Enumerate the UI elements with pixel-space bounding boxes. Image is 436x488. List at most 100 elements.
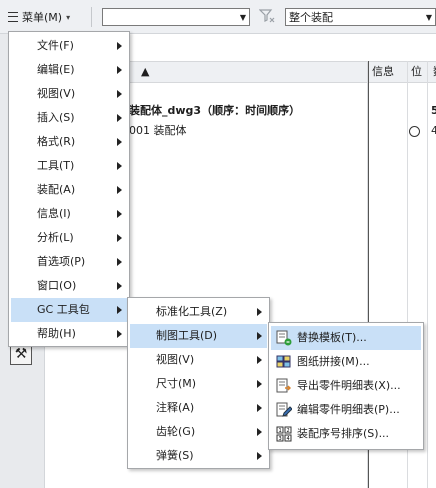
node-name: 001 装配体 xyxy=(129,124,187,137)
menu-item-label: GC 工具包 xyxy=(37,303,90,316)
menu-item-label: 分析(L) xyxy=(37,231,74,244)
menu-item-gear[interactable]: 齿轮(G) xyxy=(130,420,267,444)
menu-item-preferences[interactable]: 首选项(P) xyxy=(11,250,127,274)
position-radio-icon[interactable] xyxy=(409,126,420,137)
menu-item-tools[interactable]: 工具(T) xyxy=(11,154,127,178)
menu-item-file[interactable]: 文件(F) xyxy=(11,34,127,58)
submenu-arrow-icon xyxy=(117,234,122,242)
sheet-stitch-icon xyxy=(276,354,292,370)
menu-item-label: 替换模板(T)... xyxy=(297,331,367,344)
submenu-arrow-icon xyxy=(117,210,122,218)
submenu-arrow-icon xyxy=(117,90,122,98)
submenu-arrow-icon xyxy=(117,186,122,194)
svg-text:2: 2 xyxy=(287,428,290,434)
chevron-down-icon: ▾ xyxy=(66,12,71,22)
menu-item-label: 首选项(P) xyxy=(37,255,86,268)
menu-item-analysis[interactable]: 分析(L) xyxy=(11,226,127,250)
filter-icon[interactable] xyxy=(257,8,277,26)
hamburger-icon xyxy=(8,12,18,22)
chevron-down-icon: ▼ xyxy=(239,12,247,22)
svg-text:4: 4 xyxy=(287,436,290,442)
submenu-arrow-icon xyxy=(257,452,262,460)
gc-toolkit-submenu: 标准化工具(Z) 制图工具(D) 视图(V) 尺寸(M) 注释(A) 齿轮(G)… xyxy=(127,297,270,469)
toolbar-separator xyxy=(91,7,92,27)
menu-item-export-parts-list[interactable]: 导出零件明细表(X)... xyxy=(271,374,421,398)
menu-item-window[interactable]: 窗口(O) xyxy=(11,274,127,298)
menu-item-label: 视图(V) xyxy=(156,353,195,366)
selection-filter-combo[interactable]: ▼ xyxy=(102,8,250,26)
menu-item-help[interactable]: 帮助(H) xyxy=(11,322,127,346)
menu-item-assembly[interactable]: 装配(A) xyxy=(11,178,127,202)
menu-item-view[interactable]: 视图(V) xyxy=(130,348,267,372)
menu-item-label: 弹簧(S) xyxy=(156,449,194,462)
menu-item-label: 信息(I) xyxy=(37,207,71,220)
submenu-arrow-icon xyxy=(257,428,262,436)
sort-balloons-icon: 1234 xyxy=(276,426,292,442)
menu-item-label: 编辑(E) xyxy=(37,63,75,76)
submenu-arrow-icon xyxy=(117,138,122,146)
submenu-arrow-icon xyxy=(257,404,262,412)
menu-item-sort-balloons[interactable]: 1234 装配序号排序(S)... xyxy=(271,422,421,446)
column-header-position[interactable]: 位 xyxy=(407,62,429,82)
menu-item-spring[interactable]: 弹簧(S) xyxy=(130,444,267,468)
column-header-info[interactable]: 信息 xyxy=(368,62,406,82)
menu-item-label: 窗口(O) xyxy=(37,279,77,292)
menu-item-label: 导出零件明细表(X)... xyxy=(297,379,401,392)
scope-combo[interactable]: 整个装配 ▼ xyxy=(285,8,436,26)
submenu-arrow-icon xyxy=(257,332,262,340)
menu-item-dimension[interactable]: 尺寸(M) xyxy=(130,372,267,396)
menu-item-label: 尺寸(M) xyxy=(156,377,197,390)
menu-item-label: 标准化工具(Z) xyxy=(156,305,228,318)
menu-item-annotation[interactable]: 注释(A) xyxy=(130,396,267,420)
menu-item-replace-template[interactable]: 替换模板(T)... xyxy=(271,326,421,350)
menu-item-format[interactable]: 格式(R) xyxy=(11,130,127,154)
submenu-arrow-icon xyxy=(117,66,122,74)
menu-item-label: 注释(A) xyxy=(156,401,195,414)
submenu-arrow-icon xyxy=(117,306,122,314)
menu-item-label: 制图工具(D) xyxy=(156,329,218,342)
menu-item-edit[interactable]: 编辑(E) xyxy=(11,58,127,82)
main-menu: 文件(F) 编辑(E) 视图(V) 插入(S) 格式(R) 工具(T) 装配(A… xyxy=(8,31,130,347)
menu-item-label: 齿轮(G) xyxy=(156,425,196,438)
menu-item-insert[interactable]: 插入(S) xyxy=(11,106,127,130)
menu-item-gc-toolkit[interactable]: GC 工具包 xyxy=(11,298,127,322)
chevron-down-icon: ▼ xyxy=(425,12,433,22)
submenu-arrow-icon xyxy=(117,258,122,266)
column-header-count[interactable]: 数 xyxy=(429,62,436,82)
sort-ascending-icon[interactable]: ▲ xyxy=(137,62,367,82)
menu-item-view[interactable]: 视图(V) xyxy=(11,82,127,106)
menu-button[interactable]: 菜单(M) ▾ xyxy=(2,5,86,29)
menu-item-label: 编辑零件明细表(P)... xyxy=(297,403,400,416)
menu-item-label: 帮助(H) xyxy=(37,327,76,340)
submenu-arrow-icon xyxy=(117,330,122,338)
menu-item-label: 视图(V) xyxy=(37,87,76,100)
menu-item-sheet-stitch[interactable]: 图纸拼接(M)... xyxy=(271,350,421,374)
menu-item-label: 格式(R) xyxy=(37,135,76,148)
menu-item-label: 文件(F) xyxy=(37,39,74,52)
svg-text:1: 1 xyxy=(279,428,282,434)
drafting-tools-submenu: 替换模板(T)... 图纸拼接(M)... 导出零件明细表(X)... 编辑零件… xyxy=(268,322,424,450)
submenu-arrow-icon xyxy=(257,308,262,316)
menu-item-edit-parts-list[interactable]: 编辑零件明细表(P)... xyxy=(271,398,421,422)
menu-item-label: 工具(T) xyxy=(37,159,75,172)
submenu-arrow-icon xyxy=(257,380,262,388)
submenu-arrow-icon xyxy=(257,356,262,364)
submenu-arrow-icon xyxy=(117,42,122,50)
menu-item-label: 图纸拼接(M)... xyxy=(297,355,370,368)
menu-item-label: 插入(S) xyxy=(37,111,75,124)
top-toolbar: 菜单(M) ▾ ▼ 整个装配 ▼ xyxy=(0,0,436,34)
replace-template-icon xyxy=(276,330,292,346)
submenu-arrow-icon xyxy=(117,114,122,122)
menu-item-label: 装配序号排序(S)... xyxy=(297,427,390,440)
menu-item-label: 装配(A) xyxy=(37,183,76,196)
menu-item-standardization-tools[interactable]: 标准化工具(Z) xyxy=(130,300,267,324)
export-parts-list-icon xyxy=(276,378,292,394)
scope-value: 整个装配 xyxy=(289,11,333,24)
svg-text:3: 3 xyxy=(279,436,282,442)
node-count: 5 xyxy=(431,104,436,117)
menu-item-drafting-tools[interactable]: 制图工具(D) xyxy=(130,324,267,348)
submenu-arrow-icon xyxy=(117,282,122,290)
edit-parts-list-icon xyxy=(276,402,292,418)
menu-item-info[interactable]: 信息(I) xyxy=(11,202,127,226)
node-name: 装配体_dwg3（顺序：时间顺序） xyxy=(129,104,301,117)
